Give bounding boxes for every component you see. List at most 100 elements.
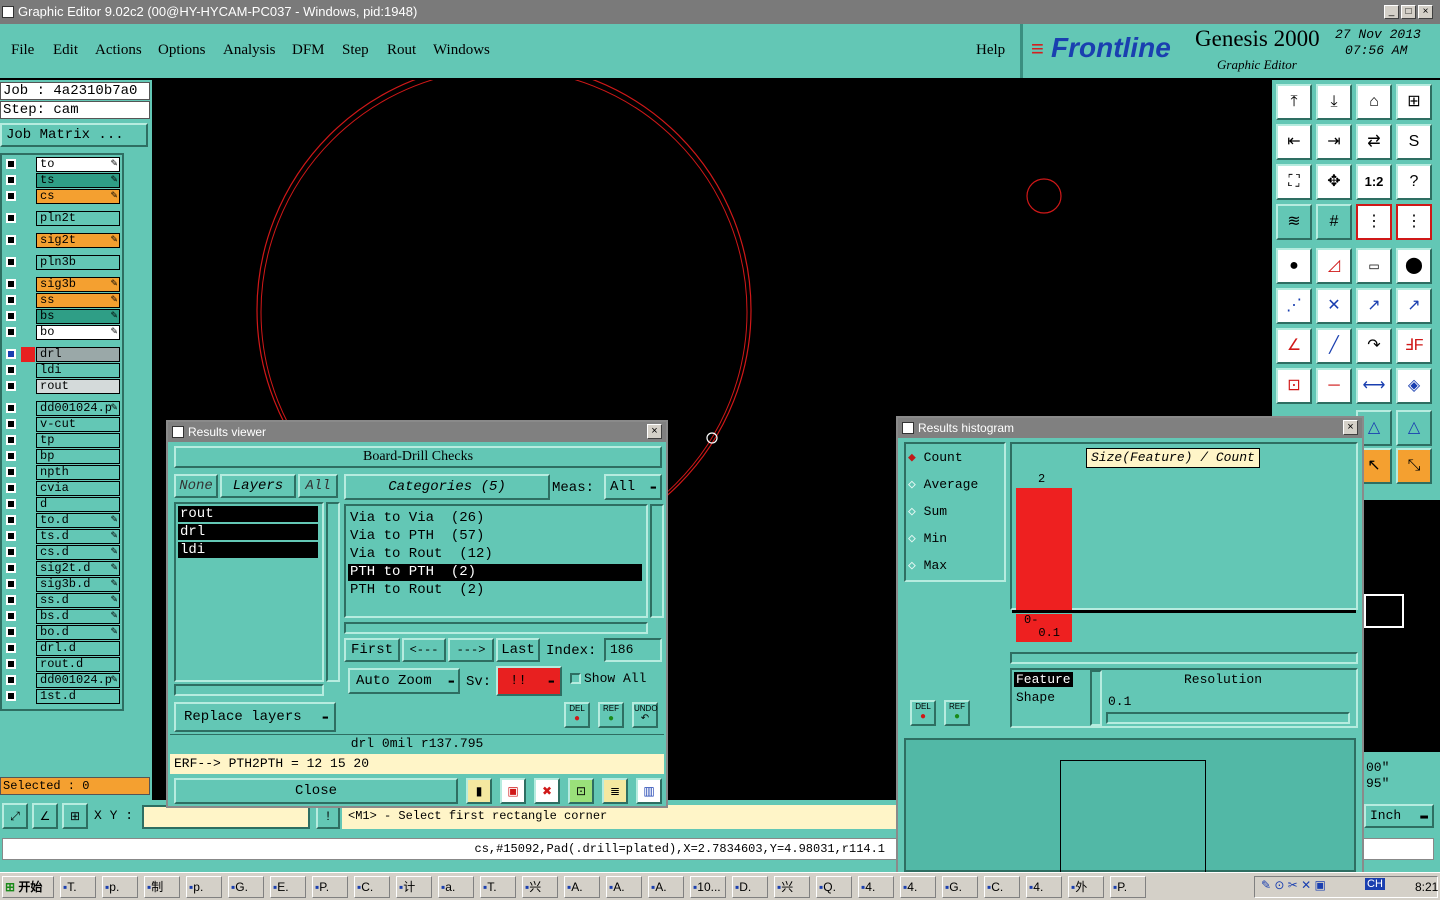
shift-left-icon[interactable]: ⇤ xyxy=(1276,124,1312,160)
layer-checkbox[interactable] xyxy=(6,659,16,669)
ignore-icon[interactable]: ✖ xyxy=(534,778,560,804)
option-average[interactable]: ◇ Average xyxy=(908,477,978,492)
taskbar-item[interactable]: ▪P. xyxy=(312,876,348,898)
taskbar-item[interactable]: ▪T. xyxy=(480,876,516,898)
category-scrollbar[interactable] xyxy=(650,504,664,618)
taskbar-item[interactable]: ▪G. xyxy=(942,876,978,898)
layer-name[interactable]: ss xyxy=(36,293,120,308)
layer-name[interactable]: cs xyxy=(36,189,120,204)
taskbar-item[interactable]: ▪10... xyxy=(690,876,726,898)
menu-edit[interactable]: Edit xyxy=(53,42,78,59)
units-select[interactable]: Inch ▬ xyxy=(1364,804,1434,828)
layer-name[interactable]: bs xyxy=(36,309,120,324)
show-all-checkbox[interactable] xyxy=(570,673,581,684)
menu-actions[interactable]: Actions xyxy=(95,42,142,59)
option-min[interactable]: ◇ Min xyxy=(908,531,947,546)
layer-name[interactable]: ldi xyxy=(36,363,120,378)
layer-row[interactable]: bo.d ✎ xyxy=(4,625,120,640)
histogram-bar[interactable] xyxy=(1016,488,1072,610)
severity-select[interactable]: !! ▬ xyxy=(496,666,562,696)
layer-row[interactable]: dd001024.p ✎ xyxy=(4,401,120,416)
shape-option[interactable]: Shape xyxy=(1016,690,1055,705)
circle-fill-icon[interactable]: ⬤ xyxy=(1396,248,1432,284)
taskbar-item[interactable]: ▪A. xyxy=(648,876,684,898)
close-button[interactable]: × xyxy=(1418,5,1433,19)
layer-name[interactable]: to xyxy=(36,157,120,172)
last-button[interactable]: Last xyxy=(496,638,540,662)
draw-line-icon[interactable]: ╱ xyxy=(1316,328,1352,364)
menu-options[interactable]: Options xyxy=(158,42,206,59)
layer-checkbox[interactable] xyxy=(6,451,16,461)
layer-name[interactable]: drl.d xyxy=(36,641,120,656)
ime-icon[interactable]: CH xyxy=(1365,878,1385,890)
home-icon[interactable]: ⌂ xyxy=(1356,84,1392,120)
window-grid-icon[interactable]: ⊞ xyxy=(1396,84,1432,120)
taskbar-item[interactable]: ▪制 xyxy=(144,876,180,898)
categories-button[interactable]: Categories (5) xyxy=(344,474,550,500)
layer-name[interactable]: ts.d xyxy=(36,529,120,544)
layer-row[interactable]: sig3b.d ✎ xyxy=(4,577,120,592)
layer-name[interactable]: tp xyxy=(36,433,120,448)
all-button[interactable]: All xyxy=(298,474,338,498)
layer-row[interactable]: drl xyxy=(4,347,120,362)
layer-checkbox[interactable] xyxy=(6,419,16,429)
layer-name[interactable]: ss.d xyxy=(36,593,120,608)
extend-icon[interactable]: ↗ xyxy=(1396,288,1432,324)
layer-checkbox[interactable] xyxy=(6,365,16,375)
index-input[interactable]: 186 xyxy=(604,638,662,662)
layer-checkbox[interactable] xyxy=(6,467,16,477)
auto-zoom-select[interactable]: Auto Zoom ▬ xyxy=(348,668,460,694)
ruler-icon[interactable]: ▭ xyxy=(1356,248,1392,284)
taskbar-item[interactable]: ▪P. xyxy=(1110,876,1146,898)
category-listbox[interactable]: Via to Via (26) Via to PTH (57) Via to R… xyxy=(344,504,648,618)
grid-icon[interactable]: # xyxy=(1316,204,1352,240)
layer-name[interactable]: bs.d xyxy=(36,609,120,624)
zoom-box-icon[interactable]: ⤢ xyxy=(2,803,28,829)
hist-ref-button[interactable]: REF ● xyxy=(944,700,970,726)
layer-name[interactable]: 1st.d xyxy=(36,689,120,704)
angle-icon[interactable]: ∠ xyxy=(1276,328,1312,364)
snap-settings-icon[interactable]: ≋ xyxy=(1276,204,1312,240)
pad-icon[interactable]: ● xyxy=(1276,248,1312,284)
taskbar-item[interactable]: ▪4. xyxy=(1026,876,1062,898)
layer-row[interactable]: npth xyxy=(4,465,120,480)
minimize-button[interactable]: _ xyxy=(1384,5,1399,19)
measure-icon[interactable]: ∠ xyxy=(32,803,58,829)
layer-row[interactable]: pln3b xyxy=(4,255,120,270)
layer-checkbox[interactable] xyxy=(6,349,16,359)
taskbar-item[interactable]: ▪T. xyxy=(60,876,96,898)
layer-name[interactable]: dd001024.p xyxy=(36,401,120,416)
triangle-tool-icon[interactable]: △ xyxy=(1396,410,1432,446)
layer-checkbox[interactable] xyxy=(6,159,16,169)
taskbar-item[interactable]: ▪4. xyxy=(900,876,936,898)
first-button[interactable]: First xyxy=(344,638,400,662)
layer-row[interactable]: 1st.d xyxy=(4,689,120,704)
move-down-icon[interactable]: ⤓ xyxy=(1316,84,1352,120)
category-item[interactable]: Via to PTH (57) xyxy=(348,528,642,545)
feature-option[interactable]: Feature xyxy=(1014,672,1073,687)
tray-icons[interactable]: ✎ ⊙ ✂ ✕ ▣ xyxy=(1261,878,1326,892)
layer-name[interactable]: ts xyxy=(36,173,120,188)
layer-checkbox[interactable] xyxy=(6,191,16,201)
close-icon[interactable]: × xyxy=(647,424,662,439)
layer-checkbox[interactable] xyxy=(6,311,16,321)
ref-button[interactable]: REF ● xyxy=(598,702,624,728)
taskbar-item[interactable]: ▪a. xyxy=(438,876,474,898)
layer-row[interactable]: to ✎ xyxy=(4,157,120,172)
layer-checkbox[interactable] xyxy=(6,403,16,413)
layer-checkbox[interactable] xyxy=(6,499,16,509)
layer-name[interactable]: npth xyxy=(36,465,120,480)
layers-button[interactable]: Layers xyxy=(220,474,296,498)
layer-name[interactable]: pln3b xyxy=(36,255,120,270)
taskbar-item[interactable]: ▪4. xyxy=(858,876,894,898)
prev-button[interactable]: <--- xyxy=(402,638,446,662)
layer-row[interactable]: sig2t ✎ xyxy=(4,233,120,248)
layer-name[interactable]: pln2t xyxy=(36,211,120,226)
category-item[interactable]: Via to Rout (12) xyxy=(348,546,642,563)
category-hscrollbar[interactable] xyxy=(344,622,648,634)
layer-row[interactable]: cs ✎ xyxy=(4,189,120,204)
layer-name[interactable]: d xyxy=(36,497,120,512)
layer-checkbox[interactable] xyxy=(6,295,16,305)
taskbar-item[interactable]: ▪C. xyxy=(354,876,390,898)
cross-icon[interactable]: ✕ xyxy=(1316,288,1352,324)
